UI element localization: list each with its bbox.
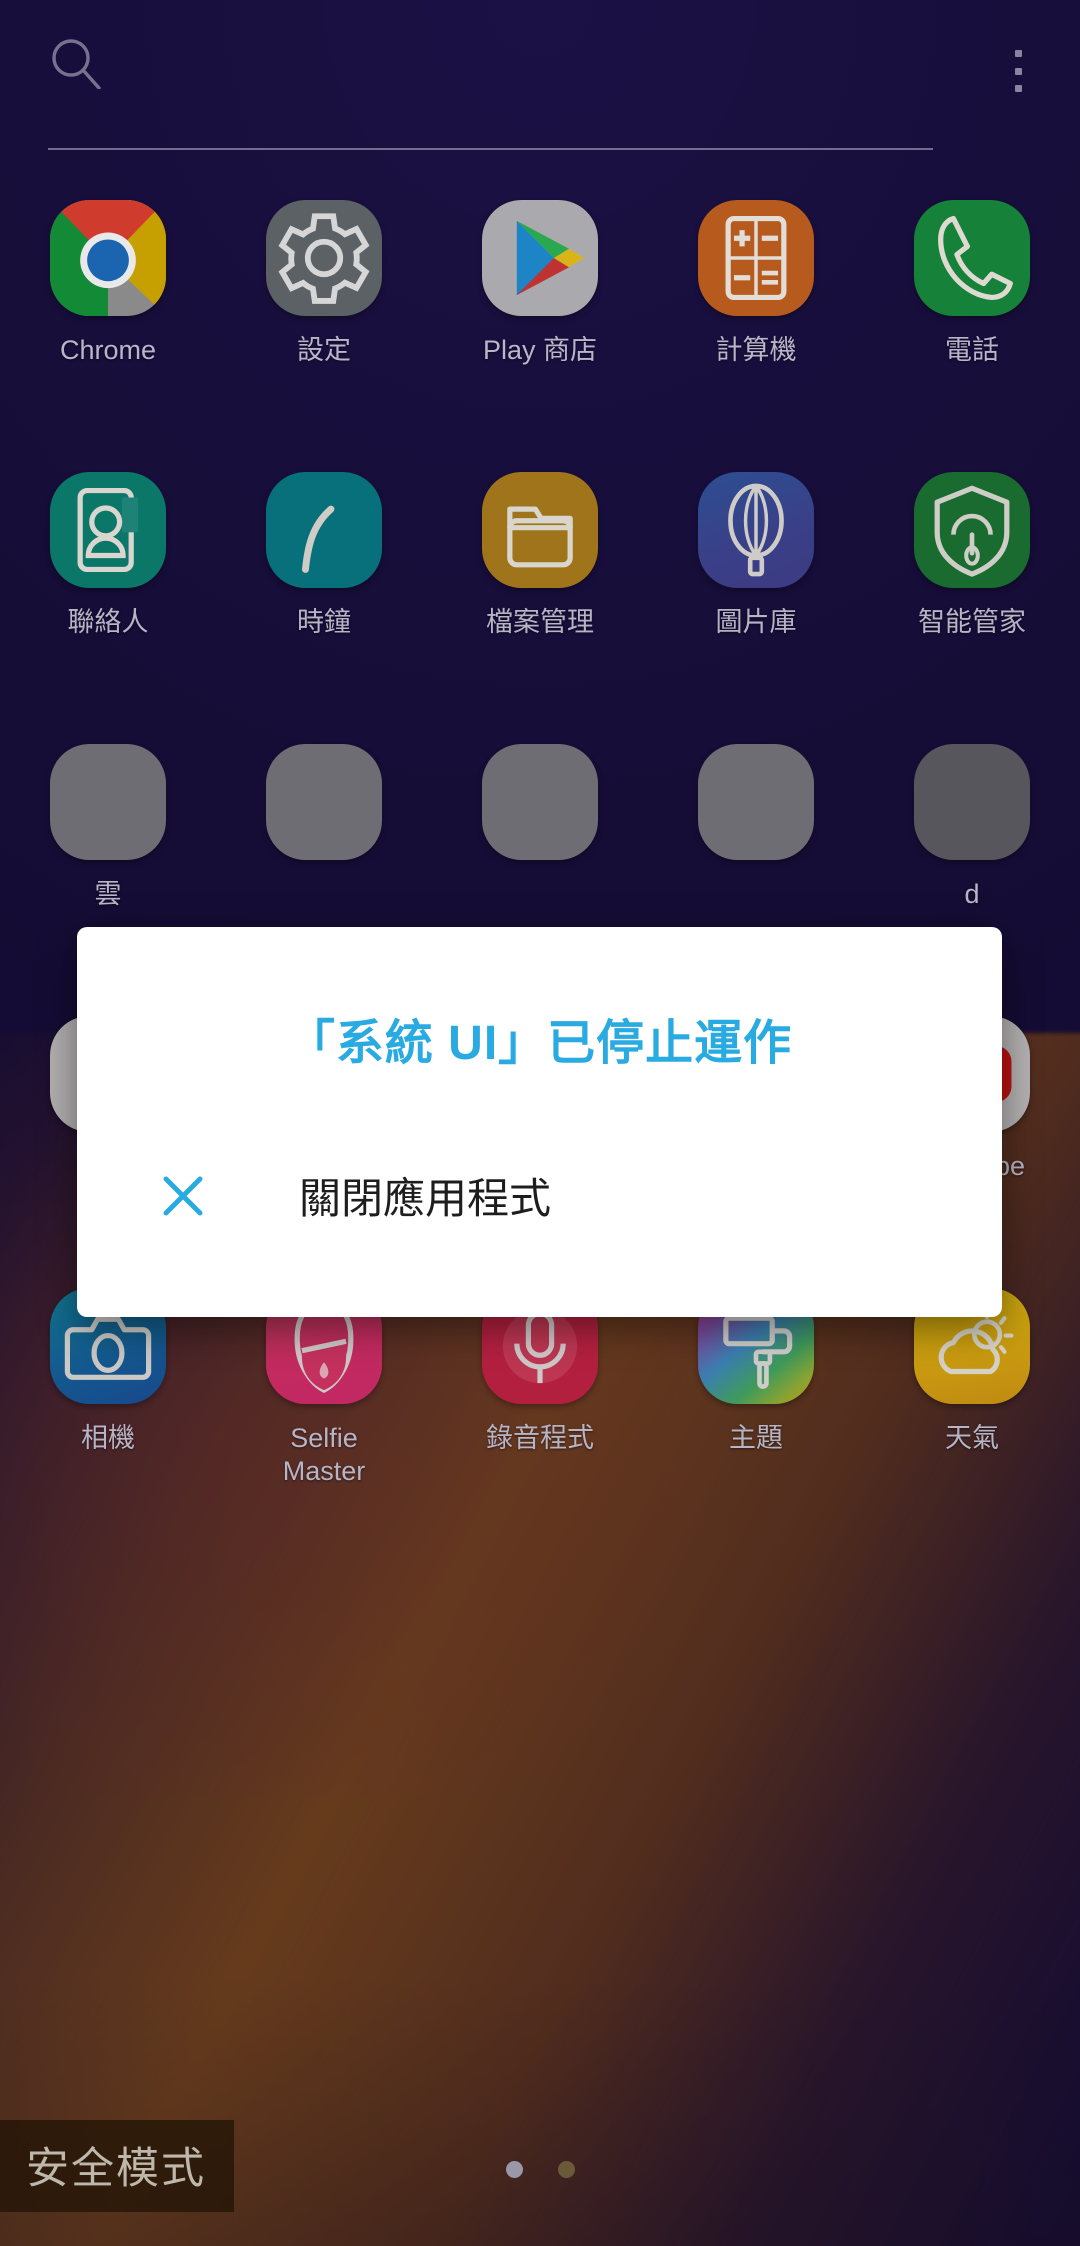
app-drawer-screen: Chrome 設定 Play 商店 計算機 電話 聯絡人 時鐘 檔案管理 圖片庫… xyxy=(0,0,1080,2246)
app-row: Chrome 設定 Play 商店 計算機 電話 xyxy=(0,178,1080,450)
close-app-button[interactable]: 關閉應用程式 xyxy=(77,1165,1002,1226)
app-icon[interactable] xyxy=(482,744,598,860)
calculator-icon[interactable] xyxy=(698,200,814,316)
contacts-icon[interactable] xyxy=(50,472,166,588)
app-cell-contacts[interactable]: 聯絡人 xyxy=(0,450,216,722)
phone-icon[interactable] xyxy=(914,200,1030,316)
app-cell-gallery[interactable]: 圖片庫 xyxy=(648,450,864,722)
page-dot-1[interactable] xyxy=(505,2161,523,2178)
app-icon[interactable] xyxy=(698,744,814,860)
app-label: 天氣 xyxy=(945,1423,999,1453)
app-cell-play-store[interactable]: Play 商店 xyxy=(432,178,648,450)
app-label: 圖片庫 xyxy=(715,607,797,637)
app-label: 智能管家 xyxy=(918,607,1026,637)
close-x-icon[interactable] xyxy=(127,1173,239,1219)
safe-mode-badge: 安全模式 xyxy=(0,2120,234,2212)
close-app-label: 關閉應用程式 xyxy=(299,1175,552,1222)
settings-gear-icon[interactable] xyxy=(266,200,382,316)
app-cell-phone[interactable]: 電話 xyxy=(864,178,1080,450)
more-dot-2 xyxy=(1014,67,1022,75)
more-vertical-icon[interactable] xyxy=(998,48,1038,94)
app-icon[interactable] xyxy=(266,744,382,860)
app-label: 電話 xyxy=(945,335,999,365)
system-ui-crash-dialog: 「系統 UI」已停止運作 關閉應用程式 xyxy=(77,927,1002,1317)
smart-manager-shield-icon[interactable] xyxy=(914,472,1030,588)
app-label: d xyxy=(964,879,980,909)
app-label: 聯絡人 xyxy=(67,607,149,637)
app-label: 雲 xyxy=(94,879,122,909)
app-cell-smart-manager[interactable]: 智能管家 xyxy=(864,450,1080,722)
app-label: 主題 xyxy=(729,1423,783,1453)
search-icon[interactable] xyxy=(50,37,102,90)
app-label: 錄音程式 xyxy=(486,1423,594,1453)
app-cell-calculator[interactable]: 計算機 xyxy=(648,178,864,450)
app-cell-file-manager[interactable]: 檔案管理 xyxy=(432,450,648,722)
search-bar[interactable] xyxy=(0,0,1080,150)
gboard-icon[interactable] xyxy=(914,744,1030,860)
search-underline xyxy=(48,148,933,150)
app-label: Play 商店 xyxy=(482,335,598,365)
clock-icon[interactable] xyxy=(266,472,382,588)
app-label: 計算機 xyxy=(715,335,797,365)
more-dot-1 xyxy=(1014,50,1022,57)
file-manager-folder-icon[interactable] xyxy=(482,472,598,588)
dialog-title: 「系統 UI」已停止運作 xyxy=(286,1017,793,1070)
app-label: 設定 xyxy=(297,335,351,365)
more-dot-3 xyxy=(1014,85,1022,92)
app-label: Selfie Master xyxy=(282,1423,366,1486)
app-label: 時鐘 xyxy=(297,607,351,637)
drive-icon[interactable] xyxy=(50,744,166,860)
play-store-icon[interactable] xyxy=(482,200,598,316)
app-label: 相機 xyxy=(81,1423,135,1453)
app-grid: Chrome 設定 Play 商店 計算機 電話 聯絡人 時鐘 檔案管理 圖片庫… xyxy=(0,178,1080,1538)
app-cell-clock[interactable]: 時鐘 xyxy=(216,450,432,722)
chrome-icon[interactable] xyxy=(50,200,166,316)
safe-mode-label: 安全模式 xyxy=(26,2145,206,2193)
app-cell-settings[interactable]: 設定 xyxy=(216,178,432,450)
app-row: 聯絡人 時鐘 檔案管理 圖片庫 智能管家 xyxy=(0,450,1080,722)
app-label: 檔案管理 xyxy=(486,607,594,637)
app-cell-chrome[interactable]: Chrome xyxy=(0,178,216,450)
app-label: Chrome xyxy=(59,335,157,365)
gallery-balloon-icon[interactable] xyxy=(698,472,814,588)
page-dot-2[interactable] xyxy=(557,2161,575,2178)
